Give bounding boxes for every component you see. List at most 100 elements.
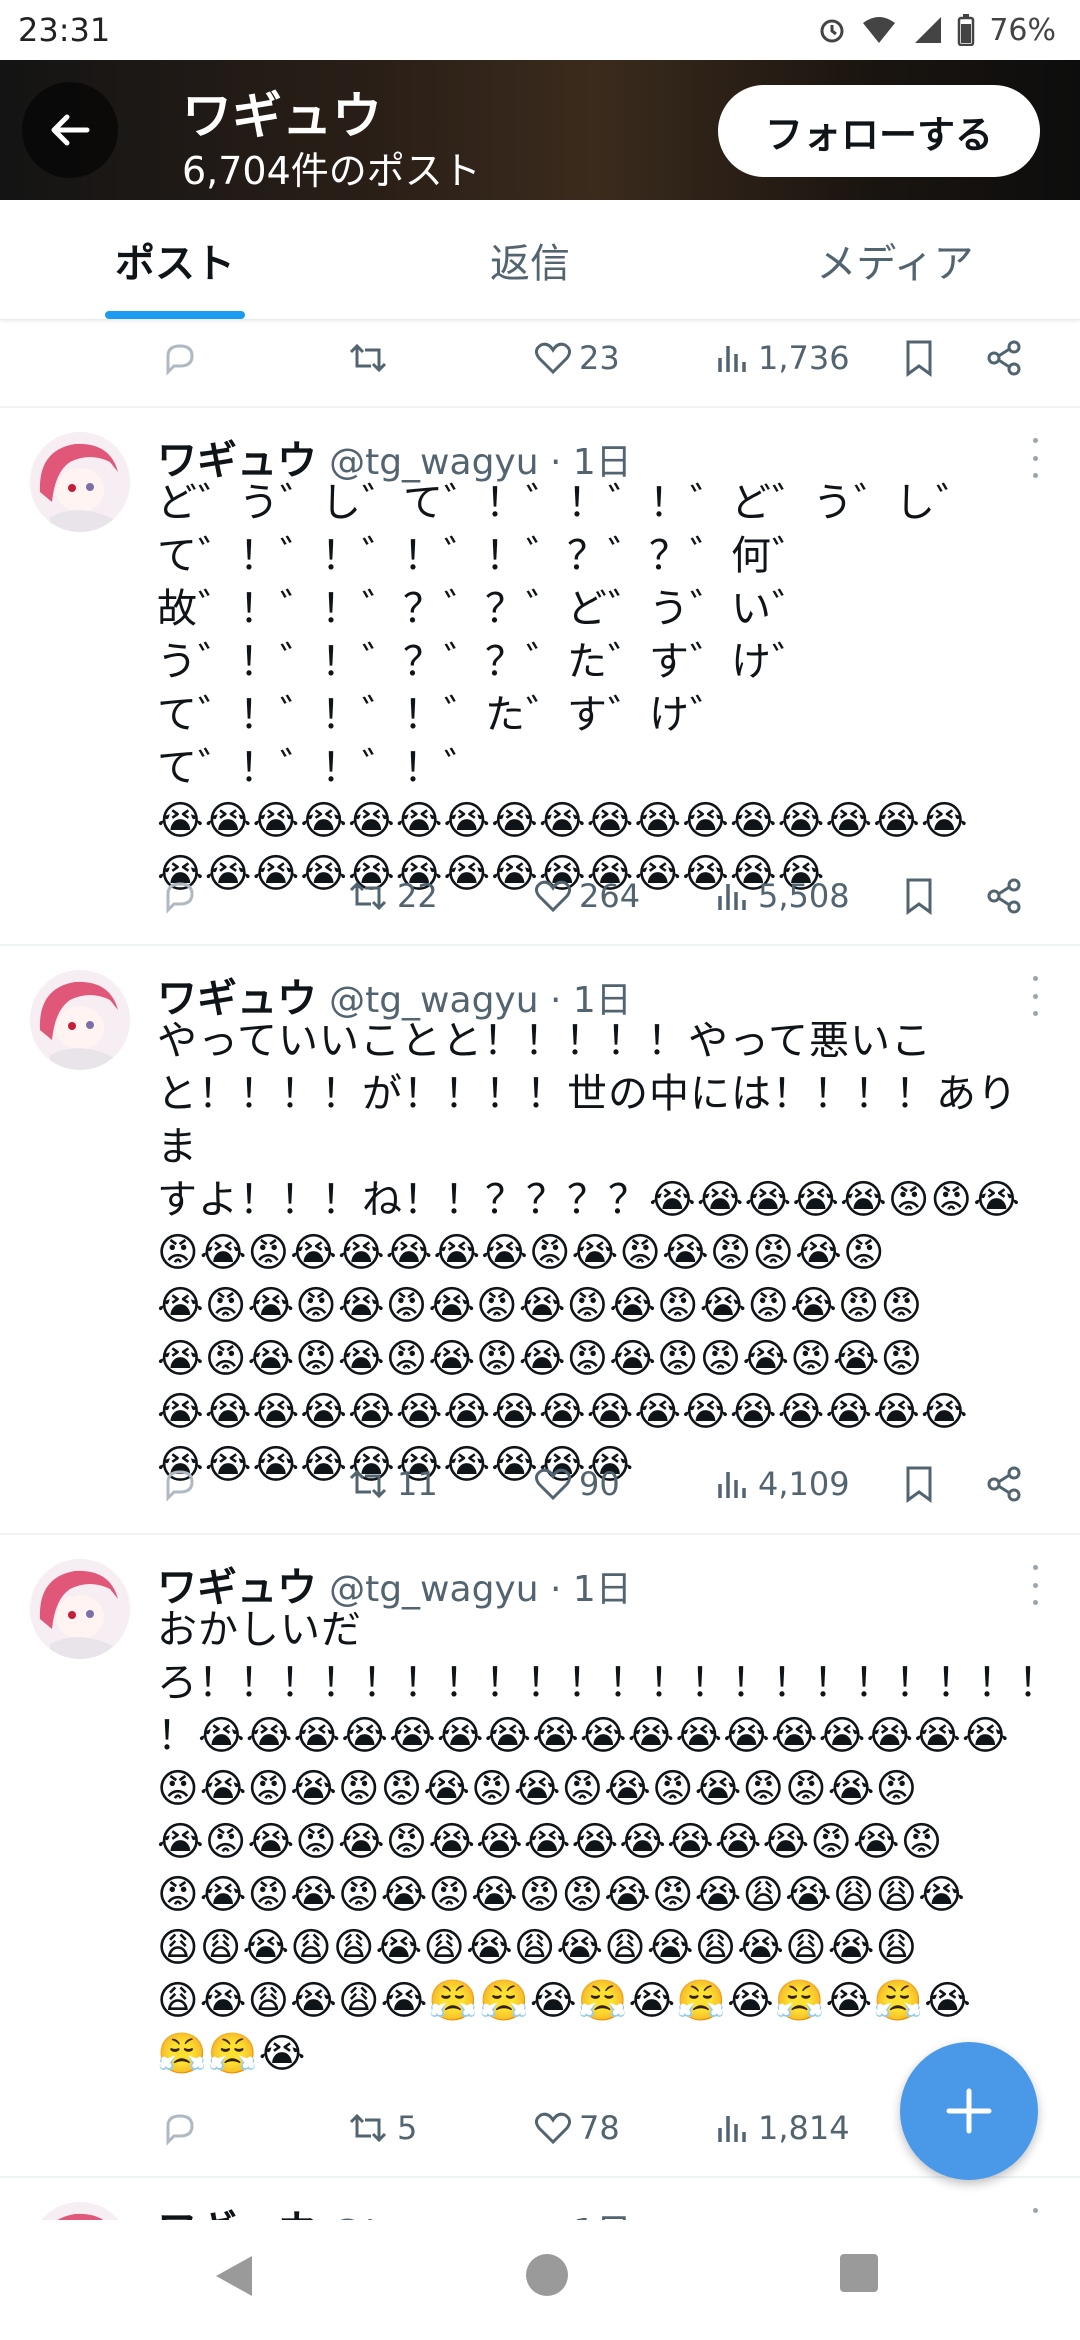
share-button[interactable] [984, 1454, 1024, 1514]
retweet-icon [349, 881, 387, 911]
profile-header: ワギュウ 6,704件のポスト フォローする [0, 60, 1080, 200]
post-count: 6,704件のポスト [182, 149, 481, 193]
views-icon [718, 1472, 746, 1498]
reply-button[interactable] [160, 328, 200, 388]
status-time: 23:31 [18, 11, 111, 49]
battery-percent: 76% [989, 12, 1056, 48]
tab-label: メディア [816, 240, 974, 287]
retweet-count: 11 [397, 1465, 438, 1503]
retweet-icon [349, 2113, 387, 2143]
avatar[interactable] [30, 432, 130, 532]
retweet-count: 5 [397, 2109, 418, 2147]
follow-button[interactable]: フォローする [718, 85, 1040, 177]
like-button[interactable]: 90 [533, 1454, 620, 1514]
bookmark-button[interactable] [902, 866, 936, 926]
views-button[interactable]: 1,736 [716, 328, 850, 388]
retweet-icon [349, 343, 387, 373]
post-divider [0, 944, 1080, 946]
views-button[interactable]: 1,814 [716, 2098, 850, 2158]
nav-back-icon[interactable] [212, 2252, 256, 2300]
retweet-icon [349, 1469, 387, 1499]
views-icon [718, 884, 746, 910]
bookmark-button[interactable] [902, 1454, 936, 1514]
reply-button[interactable] [160, 866, 200, 926]
more-options-icon[interactable] [1020, 976, 1050, 1016]
reply-icon [166, 2114, 194, 2146]
post-item[interactable]: ワギュウ @tg_wagyu · 1日 [0, 2180, 1080, 2220]
profile-tabs: ポスト 返信 メディア [0, 200, 1080, 320]
post-text: やっていいことと！！！！！やって悪いこ と！！！！が！！！！世の中には！！！！あ… [157, 1018, 1021, 1488]
retweet-button[interactable]: 22 [345, 866, 438, 926]
post-actions: 22 264 5,508 [0, 866, 1080, 926]
post-divider [0, 1533, 1080, 1535]
retweet-button[interactable]: 11 [345, 1454, 438, 1514]
views-button[interactable]: 5,508 [716, 866, 850, 926]
retweet-button[interactable]: 5 [345, 2098, 417, 2158]
like-button[interactable]: 23 [533, 328, 620, 388]
share-icon [987, 340, 1021, 376]
heart-icon [534, 880, 572, 913]
retweet-button[interactable] [345, 328, 397, 388]
heart-icon [534, 2112, 572, 2145]
like-count: 90 [579, 1465, 620, 1503]
reply-icon [166, 882, 194, 914]
status-bar: 23:31 76% [0, 0, 1080, 60]
retweet-count: 22 [397, 877, 438, 915]
reply-button[interactable] [160, 1454, 200, 1514]
plus-icon [946, 2088, 992, 2134]
more-options-icon[interactable] [1020, 2208, 1050, 2220]
bookmark-button[interactable] [902, 328, 936, 388]
avatar-image [30, 970, 130, 1070]
system-nav-bar [0, 2220, 1080, 2340]
like-count: 78 [579, 2109, 620, 2147]
avatar[interactable] [30, 1559, 130, 1659]
like-count: 264 [579, 877, 641, 915]
back-button[interactable] [22, 82, 118, 178]
share-icon [987, 1466, 1021, 1502]
like-count: 23 [579, 339, 620, 377]
wifi-icon [863, 17, 896, 43]
views-count: 5,508 [758, 877, 850, 915]
post-actions: 23 1,736 [0, 328, 1080, 388]
bookmark-icon [906, 878, 932, 915]
share-icon [987, 878, 1021, 914]
post-header: ワギュウ @tg_wagyu · 1日 [157, 2198, 632, 2220]
share-button[interactable] [984, 328, 1024, 388]
tab-media[interactable]: メディア [710, 200, 1080, 319]
post-text: ど゛う゛し゛て゛！゛！゛！゛ど゛う゛し゛ て゛！゛！゛！゛！゛？゛？゛何゛ 故゛… [157, 480, 977, 897]
avatar[interactable] [30, 2202, 130, 2220]
heart-icon [534, 342, 572, 375]
author-name[interactable]: ワギュウ [157, 2208, 317, 2220]
like-button[interactable]: 264 [533, 866, 640, 926]
battery-icon [958, 14, 975, 46]
share-button[interactable] [984, 866, 1024, 926]
nav-recents-icon[interactable] [838, 2252, 880, 2294]
tab-label: ポスト [115, 240, 235, 287]
more-options-icon[interactable] [1020, 1565, 1050, 1605]
back-arrow-icon [51, 114, 90, 146]
tab-label: 返信 [490, 240, 570, 287]
reply-button[interactable] [160, 2098, 200, 2158]
post-divider [0, 2176, 1080, 2178]
tab-posts[interactable]: ポスト [0, 200, 350, 319]
like-button[interactable]: 78 [533, 2098, 620, 2158]
more-options-icon[interactable] [1020, 438, 1050, 478]
post-actions: 11 90 4,109 [0, 1454, 1080, 1514]
nav-home-icon[interactable] [524, 2252, 570, 2298]
author-meta: @tg_wagyu · 1日 [329, 2212, 632, 2220]
status-icons: 76% [817, 13, 1056, 48]
tab-indicator [105, 311, 245, 319]
compose-button[interactable] [900, 2042, 1038, 2180]
signal-icon [915, 17, 942, 43]
views-button[interactable]: 4,109 [716, 1454, 850, 1514]
profile-name: ワギュウ [182, 87, 382, 145]
avatar[interactable] [30, 970, 130, 1070]
bookmark-icon [906, 1466, 932, 1503]
tab-replies[interactable]: 返信 [350, 200, 710, 319]
post-text: おかしいだ ろ！！！！！！！！！！！！！！！！！！！！！ ！😭😭😭😭😭😭😭😭😭😭… [157, 1607, 1059, 2077]
avatar-image [30, 1559, 130, 1659]
reply-icon [166, 1470, 194, 1502]
post-divider [0, 406, 1080, 408]
avatar-image [30, 432, 130, 532]
views-icon [718, 2116, 746, 2142]
